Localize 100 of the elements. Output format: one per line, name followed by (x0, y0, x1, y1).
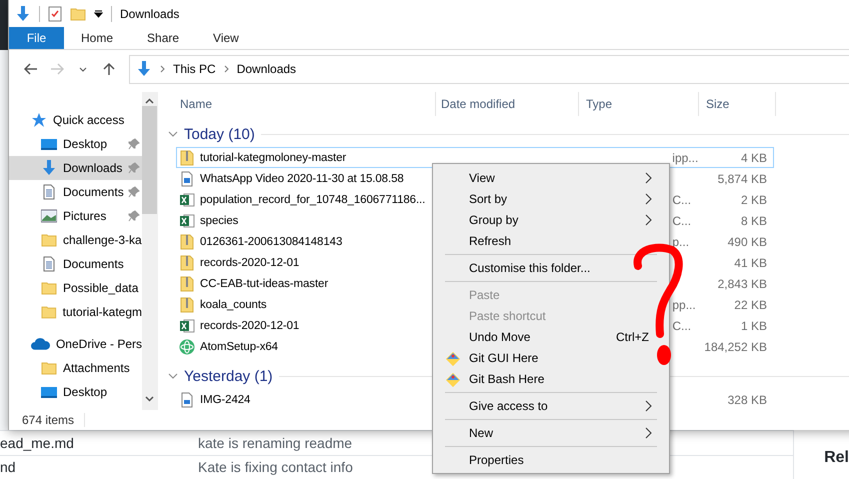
download-icon (41, 160, 57, 176)
column-header[interactable]: Date modified (436, 92, 579, 116)
file-link[interactable]: nd (0, 459, 198, 476)
dropdown-icon[interactable] (94, 10, 103, 18)
zip-folder-icon (179, 150, 195, 166)
file-size: 2 KB (740, 192, 767, 207)
file-name: IMG-2424 (200, 394, 250, 406)
menu-item[interactable]: Git Bash Here (469, 372, 544, 386)
zip-folder-icon (179, 254, 195, 271)
folder-icon (41, 280, 57, 296)
spreadsheet-icon (179, 318, 195, 334)
pictures-icon (41, 208, 57, 224)
menu-item[interactable]: Undo Move (469, 330, 530, 344)
zip-folder-icon (179, 296, 195, 313)
file-name: records-2020-12-01 (200, 320, 300, 332)
sidebar-item[interactable]: Desktop (9, 380, 142, 404)
menu-item[interactable]: Group by (469, 212, 518, 226)
spreadsheet-icon (179, 212, 195, 229)
scroll-down-icon[interactable] (145, 396, 154, 402)
menu-item[interactable]: Git GUI Here (469, 350, 538, 364)
zip-folder-icon (179, 234, 195, 250)
file-size: 184,252 KB (704, 340, 767, 354)
spreadsheet-icon (179, 192, 195, 208)
image-file-icon (179, 392, 195, 408)
file-size: 2,843 KB (718, 276, 767, 291)
breadcrumb[interactable]: This PC (173, 62, 216, 76)
file-type: C... (672, 318, 692, 333)
menu-item[interactable]: Properties (469, 452, 524, 466)
folder-icon (41, 360, 57, 376)
collapse-icon[interactable] (168, 373, 178, 380)
keyboard-shortcut: Ctrl+Z (616, 330, 649, 344)
sidebar-item[interactable]: Downloads (9, 156, 142, 180)
file-size: 1 KB (740, 318, 767, 333)
chevron-icon[interactable] (160, 65, 165, 73)
window-title: Downloads (120, 6, 180, 20)
scrollbar[interactable] (142, 92, 157, 410)
dropdown-icon[interactable] (79, 66, 87, 72)
sidebar-item[interactable]: challenge-3-ka (9, 228, 142, 252)
sidebar-item[interactable]: Documents (9, 252, 142, 276)
file-name: koala_counts (200, 298, 267, 311)
menu-item[interactable]: New (469, 426, 494, 440)
folder-icon (70, 6, 86, 22)
file-name: species (200, 214, 238, 227)
pin-icon[interactable] (128, 210, 140, 222)
scroll-up-icon[interactable] (145, 98, 154, 104)
video-file-icon (179, 170, 195, 187)
file-size: 22 KB (734, 298, 767, 312)
file-size: 490 KB (728, 234, 767, 249)
file-name: WhatsApp Video 2020-11-30 at 15.08.58 (200, 172, 404, 185)
pin-icon[interactable] (128, 186, 140, 198)
menu-item[interactable]: Refresh (469, 234, 512, 248)
zip-folder-icon (179, 276, 195, 292)
file-type: pp... (672, 298, 696, 312)
file-type: C... (672, 214, 692, 228)
sidebar-item[interactable]: Attachments (9, 356, 142, 380)
desktop-icon (41, 136, 57, 152)
sidebar-item[interactable]: OneDrive - Pers (9, 332, 142, 356)
ribbon-tab[interactable]: Share (130, 27, 196, 49)
commit-message[interactable]: Kate is fixing contact info (198, 459, 353, 476)
properties-icon[interactable] (48, 6, 62, 22)
menu-item[interactable]: Customise this folder... (469, 260, 590, 274)
ribbon-tab[interactable]: File (9, 27, 64, 49)
pin-icon[interactable] (128, 138, 140, 150)
sidebar-item[interactable]: Desktop (9, 132, 142, 156)
menu-item[interactable]: Give access to (469, 398, 548, 412)
ribbon-tab[interactable]: Home (64, 27, 130, 49)
commit-message[interactable]: kate is renaming readme (198, 434, 352, 451)
group-heading[interactable]: Yesterday (1) (184, 368, 273, 385)
menu-item[interactable]: View (469, 170, 495, 184)
up-icon[interactable] (103, 62, 115, 76)
sidebar-item[interactable]: Possible_data (9, 276, 142, 300)
download-icon (136, 61, 152, 77)
address-bar[interactable]: This PC Downloads (129, 54, 849, 84)
sidebar-item[interactable]: Quick access (9, 108, 142, 132)
ribbon-tab[interactable]: View (196, 27, 256, 49)
back-icon[interactable] (24, 63, 38, 75)
cloud-icon (31, 337, 50, 351)
group-heading[interactable]: Today (10) (184, 126, 255, 143)
file-size: 4 KB (740, 150, 767, 165)
collapse-icon[interactable] (168, 131, 178, 138)
menu-item[interactable]: Sort by (469, 192, 508, 206)
column-header[interactable]: Type (579, 92, 699, 116)
file-size: 328 KB (728, 392, 767, 407)
folder-icon (41, 232, 57, 248)
file-name: tutorial-kategmoloney-master (200, 152, 346, 164)
folder-icon (41, 304, 57, 320)
breadcrumb[interactable]: Downloads (236, 62, 296, 76)
chevron-icon[interactable] (224, 65, 229, 73)
column-header[interactable]: Size (699, 92, 776, 116)
desktop-icon (41, 384, 57, 400)
file-link[interactable]: ead_me.md (0, 434, 198, 451)
file-name: CC-EAB-tut-ideas-master (200, 278, 328, 290)
sidebar-item[interactable]: Pictures (9, 204, 142, 228)
sidebar-item[interactable]: tutorial-kategm (9, 300, 142, 324)
column-header[interactable]: Name (158, 92, 436, 116)
star-icon (31, 112, 47, 128)
sidebar-item[interactable]: Documents (9, 180, 142, 204)
download-icon (15, 6, 31, 22)
file-type: ipp... (672, 150, 698, 165)
file-type: C... (672, 192, 692, 207)
